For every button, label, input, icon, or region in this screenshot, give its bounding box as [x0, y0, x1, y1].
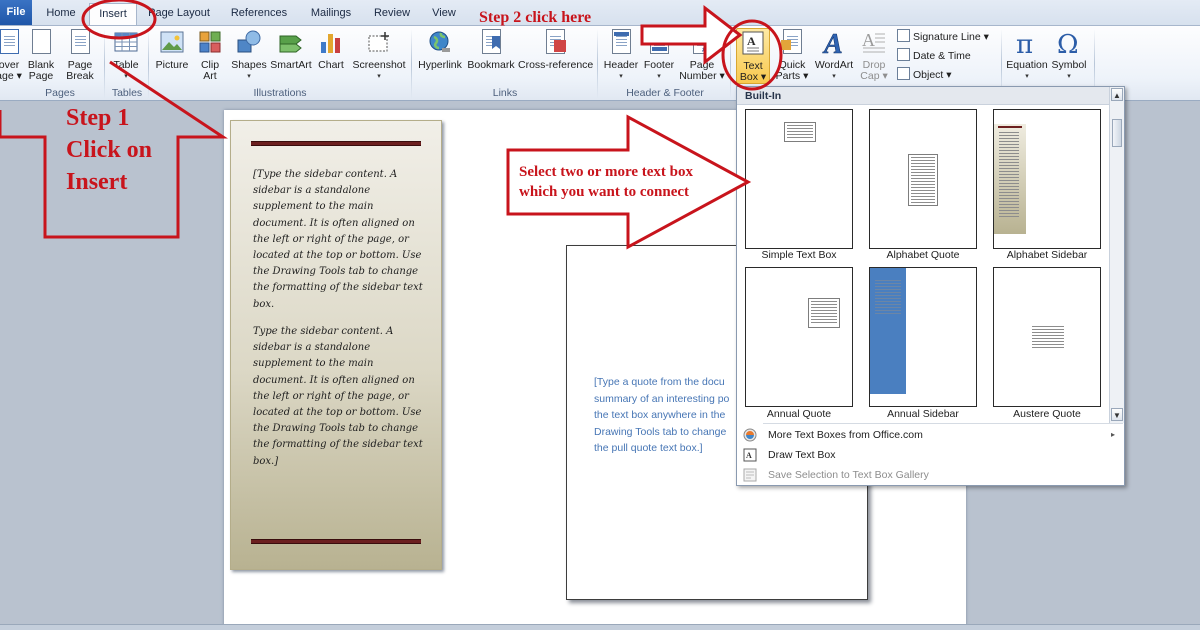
select-note-annotation: Select two or more text box which you wa…: [519, 164, 693, 200]
step2-annotation: Step 2 click here: [479, 9, 592, 26]
step2-arrow: [640, 4, 743, 66]
insert-tab-highlight-circle: [81, 0, 157, 40]
step1-annotation: Step 1 Click on Insert: [66, 105, 153, 195]
text-box-highlight-circle: [721, 19, 783, 91]
status-bar: [0, 624, 1200, 630]
annotation-overlay: [0, 0, 783, 250]
